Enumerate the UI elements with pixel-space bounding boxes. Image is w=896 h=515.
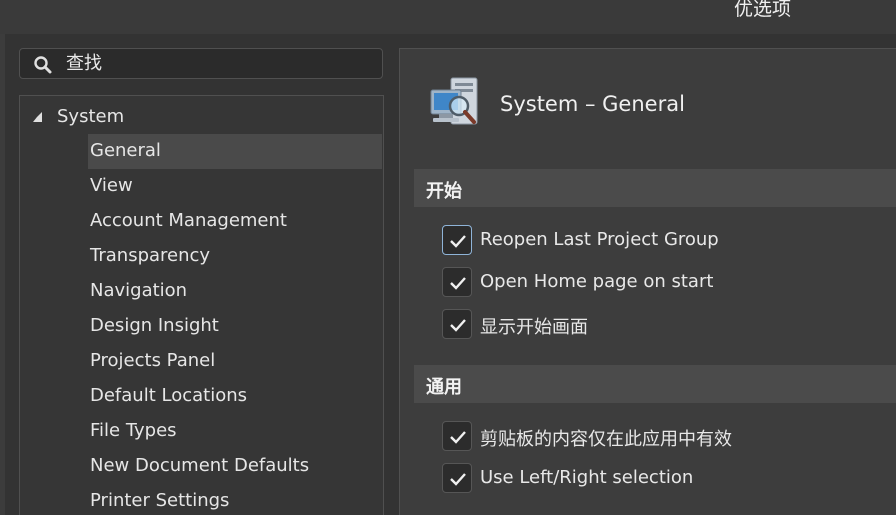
tree-item-transparency[interactable]: Transparency — [88, 239, 382, 274]
section-header-general: 通用 — [414, 365, 896, 403]
tree-item-file-types[interactable]: File Types — [88, 414, 382, 449]
window-title: 优选项 — [733, 0, 791, 20]
tree-item-default-locations[interactable]: Default Locations — [88, 379, 382, 414]
checkmark-icon — [450, 473, 466, 486]
tree-item-label: Transparency — [90, 245, 211, 266]
tree-node-system[interactable]: System — [20, 100, 383, 135]
tree-node-label: System — [57, 106, 125, 127]
tree-item-label: Design Insight — [90, 315, 219, 336]
tree-item-projects-panel[interactable]: Projects Panel — [88, 344, 382, 379]
computer-settings-icon — [429, 76, 485, 132]
checkmark-icon — [450, 277, 466, 290]
tree-item-label: View — [90, 175, 133, 196]
checkbox[interactable] — [442, 309, 472, 339]
option-label: 剪贴板的内容仅在此应用中有效 — [480, 429, 732, 450]
option-clipboard-app-only[interactable]: 剪贴板的内容仅在此应用中有效 — [442, 421, 882, 453]
checkmark-icon — [450, 235, 466, 248]
tree-item-label: Printer Settings — [90, 490, 230, 511]
tree-item-label: Account Management — [90, 210, 287, 231]
checkmark-icon — [450, 431, 466, 444]
checkbox[interactable] — [442, 463, 472, 493]
tree-item-label: Default Locations — [90, 385, 247, 406]
tree-item-new-document-defaults[interactable]: New Document Defaults — [88, 449, 382, 484]
page-title: System – General — [500, 92, 685, 116]
option-label: 显示开始画面 — [480, 317, 588, 338]
option-reopen-last-project-group[interactable]: Reopen Last Project Group — [442, 225, 882, 257]
tree-item-label: Navigation — [90, 280, 188, 301]
option-show-splash-screen[interactable]: 显示开始画面 — [442, 309, 882, 341]
option-label: Reopen Last Project Group — [480, 229, 719, 250]
tree-item-label: File Types — [90, 420, 177, 441]
title-bar: 优选项 — [0, 0, 896, 34]
tree-item-label: New Document Defaults — [90, 455, 310, 476]
tree-item-label: General — [90, 140, 161, 161]
section-title: 开始 — [426, 181, 462, 202]
tree-item-printer-settings[interactable]: Printer Settings — [88, 484, 382, 515]
option-label: Use Left/Right selection — [480, 467, 694, 488]
checkbox[interactable] — [442, 267, 472, 297]
search-box[interactable] — [19, 48, 383, 79]
settings-tree: System General View Account Management T… — [19, 95, 384, 515]
checkbox[interactable] — [442, 225, 472, 255]
option-open-home-page-on-start[interactable]: Open Home page on start — [442, 267, 882, 299]
option-use-left-right-selection[interactable]: Use Left/Right selection — [442, 463, 882, 495]
tree-item-view[interactable]: View — [88, 169, 382, 204]
section-title: 通用 — [426, 377, 462, 398]
tree-item-account-management[interactable]: Account Management — [88, 204, 382, 239]
search-input[interactable] — [66, 49, 366, 78]
tree-item-design-insight[interactable]: Design Insight — [88, 309, 382, 344]
tree-item-general[interactable]: General — [88, 134, 382, 169]
tree-item-navigation[interactable]: Navigation — [88, 274, 382, 309]
checkbox[interactable] — [442, 421, 472, 451]
checkmark-icon — [450, 319, 466, 332]
section-header-start: 开始 — [414, 169, 896, 207]
search-icon — [33, 55, 53, 75]
option-label: Open Home page on start — [480, 271, 714, 292]
collapse-triangle-icon[interactable] — [33, 112, 42, 122]
tree-item-label: Projects Panel — [90, 350, 216, 371]
